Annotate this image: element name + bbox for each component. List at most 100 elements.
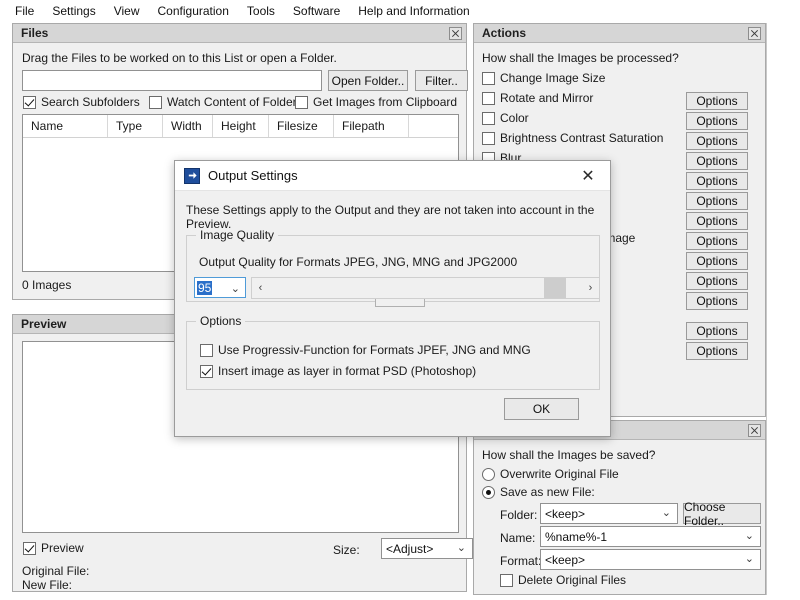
options-button-9[interactable]: Options — [686, 252, 748, 270]
checkbox-box-get-images-from-clipboard[interactable] — [295, 95, 308, 109]
folder-select[interactable]: <keep> ⌄ — [540, 503, 678, 524]
options-button-5[interactable]: Options — [686, 172, 748, 190]
action-label-rotate-and-mirror: Rotate and Mirror — [500, 91, 594, 105]
options-button-12[interactable]: Options — [686, 322, 748, 340]
dialog-description: These Settings apply to the Output and t… — [186, 203, 595, 231]
action-row-color[interactable]: Color — [482, 111, 529, 125]
format-value: <keep> — [545, 552, 586, 567]
chevron-left-icon[interactable]: ‹ — [252, 278, 269, 298]
checkbox-search-subfolders[interactable]: Search Subfolders — [23, 95, 140, 109]
column-header-height[interactable]: Height — [213, 115, 269, 137]
checkbox-label-delete-original-files: Delete Original Files — [518, 573, 627, 587]
checkbox-box-search-subfolders[interactable] — [23, 95, 36, 109]
chevron-down-icon[interactable]: ⌄ — [745, 554, 754, 565]
preview-size-label: Size: — [333, 543, 360, 557]
checkbox-box-delete-original-files[interactable] — [500, 573, 513, 587]
quality-slider-thumb[interactable] — [544, 278, 567, 298]
choose-folder-button[interactable]: Choose Folder.. — [683, 500, 761, 528]
radio-save-as-new-file[interactable]: Save as new File: — [482, 485, 595, 499]
checkbox-preview[interactable]: Preview — [23, 541, 84, 555]
options-button-6[interactable]: Options — [686, 192, 748, 210]
menu-item-configuration[interactable]: Configuration — [149, 2, 238, 20]
output-settings-dialog: Output Settings ✕ These Settings apply t… — [174, 160, 611, 437]
open-folder-button[interactable]: Open Folder.. — [328, 70, 408, 91]
folder-path-input[interactable] — [22, 70, 322, 91]
name-label: Name: — [500, 531, 536, 545]
radio-box-overwrite-original-file[interactable] — [482, 467, 495, 481]
action-label-change-image-size: Change Image Size — [500, 71, 606, 85]
chevron-down-icon[interactable]: ⌄ — [457, 543, 466, 554]
action-label-brightness-contrast-saturation: Brightness Contrast Saturation — [500, 131, 664, 145]
checkbox-box-brightness-contrast-saturation[interactable] — [482, 131, 495, 145]
action-row-brightness-contrast-saturation[interactable]: Brightness Contrast Saturation — [482, 131, 663, 145]
menu-item-software[interactable]: Software — [284, 2, 349, 20]
quality-slider[interactable]: ‹ › — [251, 277, 600, 299]
files-panel-title: Files — [21, 26, 49, 40]
menu-item-file[interactable]: File — [6, 2, 43, 20]
checkbox-get-images-from-clipboard[interactable]: Get Images from Clipboard — [295, 95, 457, 109]
checkbox-delete-original-files[interactable]: Delete Original Files — [500, 573, 626, 587]
preview-size-select[interactable]: <Adjust> ⌄ — [381, 538, 473, 559]
menu-item-settings[interactable]: Settings — [43, 2, 104, 20]
dialog-titlebar[interactable]: Output Settings ✕ — [175, 161, 610, 191]
ok-button[interactable]: OK — [504, 398, 579, 420]
checkbox-insert-image-as-layer-psd[interactable]: Insert image as layer in format PSD (Pho… — [200, 364, 476, 378]
radio-box-save-as-new-file[interactable] — [482, 485, 495, 499]
options-button-10[interactable]: Options — [686, 272, 748, 290]
filter-button[interactable]: Filter.. — [415, 70, 468, 91]
quality-value-input[interactable]: 95 ⌄ — [194, 277, 246, 298]
column-header-filesize[interactable]: Filesize — [269, 115, 334, 137]
checkbox-box-insert-image-as-layer-psd[interactable] — [200, 364, 213, 378]
column-header-name[interactable]: Name — [23, 115, 108, 137]
files-panel-titlebar: Files — [13, 24, 466, 43]
quality-slider-track[interactable] — [269, 278, 582, 298]
preview-panel-title: Preview — [21, 317, 67, 331]
checkbox-label-insert-image-as-layer-psd: Insert image as layer in format PSD (Pho… — [218, 364, 477, 378]
menu-item-view[interactable]: View — [105, 2, 149, 20]
name-select[interactable]: %name%-1 ⌄ — [540, 526, 761, 547]
format-label: Format: — [500, 554, 542, 568]
actions-panel-close-icon[interactable] — [748, 26, 761, 40]
action-row-rotate-and-mirror[interactable]: Rotate and Mirror — [482, 91, 593, 105]
action-label-color: Color — [500, 111, 529, 125]
files-panel-close-icon[interactable] — [449, 26, 462, 40]
image-quality-legend: Image Quality — [196, 228, 279, 242]
column-header-type[interactable]: Type — [108, 115, 163, 137]
options-button-7[interactable]: Options — [686, 212, 748, 230]
options-button-3[interactable]: Options — [686, 132, 748, 150]
chevron-down-icon[interactable]: ⌄ — [662, 508, 671, 519]
options-button-1[interactable]: Options — [686, 92, 748, 110]
actions-panel-title: Actions — [482, 26, 527, 40]
checkbox-watch-content-of-folder[interactable]: Watch Content of Folder — [149, 95, 297, 109]
chevron-down-icon[interactable]: ⌄ — [745, 531, 754, 542]
options-button-8[interactable]: Options — [686, 232, 748, 250]
options-button-4[interactable]: Options — [686, 152, 748, 170]
files-listview-header: Name Type Width Height Filesize Filepath — [23, 115, 458, 138]
chevron-down-icon[interactable]: ⌄ — [231, 282, 240, 295]
checkbox-box-use-progressive-function[interactable] — [200, 343, 213, 357]
format-select[interactable]: <keep> ⌄ — [540, 549, 761, 570]
checkbox-box-change-image-size[interactable] — [482, 71, 495, 85]
menu-item-tools[interactable]: Tools — [238, 2, 284, 20]
name-value: %name%-1 — [545, 529, 608, 544]
save-panel: How shall the Images be saved? Overwrite… — [473, 420, 766, 595]
checkbox-box-rotate-and-mirror[interactable] — [482, 91, 495, 105]
save-question: How shall the Images be saved? — [482, 448, 656, 462]
folder-label: Folder: — [500, 508, 538, 522]
checkbox-box-color[interactable] — [482, 111, 495, 125]
column-header-width[interactable]: Width — [163, 115, 213, 137]
column-header-filepath[interactable]: Filepath — [334, 115, 409, 137]
checkbox-box-preview[interactable] — [23, 541, 36, 555]
options-button-11[interactable]: Options — [686, 292, 748, 310]
chevron-right-icon[interactable]: › — [582, 278, 599, 298]
checkbox-box-watch-content-of-folder[interactable] — [149, 95, 162, 109]
checkbox-use-progressive-function[interactable]: Use Progressiv-Function for Formats JPEF… — [200, 343, 531, 357]
folder-value: <keep> — [545, 506, 586, 521]
radio-overwrite-original-file[interactable]: Overwrite Original File — [482, 467, 619, 481]
close-icon[interactable]: ✕ — [566, 161, 610, 190]
options-button-2[interactable]: Options — [686, 112, 748, 130]
options-button-13[interactable]: Options — [686, 342, 748, 360]
menu-item-help-and-information[interactable]: Help and Information — [349, 2, 478, 20]
action-row-change-image-size[interactable]: Change Image Size — [482, 71, 605, 85]
save-panel-close-icon[interactable] — [748, 423, 761, 437]
